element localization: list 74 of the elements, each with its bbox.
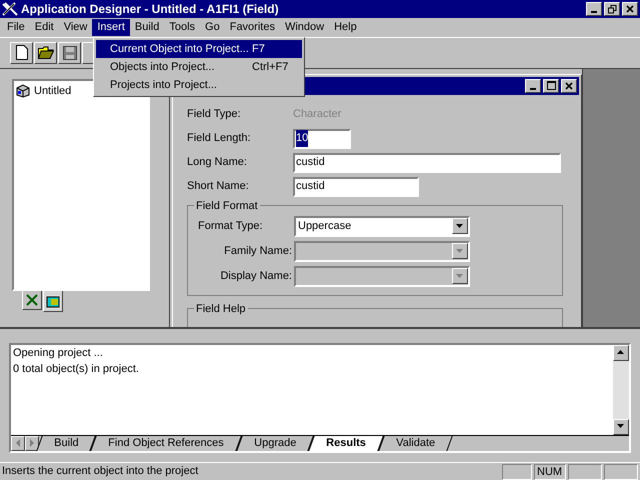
minimize-button[interactable] xyxy=(586,2,602,16)
menu-item[interactable]: Edit xyxy=(30,18,59,36)
menu-item[interactable]: Favorites xyxy=(224,18,280,36)
input-field[interactable]: 10 xyxy=(293,128,351,149)
output-line: Opening project ... xyxy=(13,346,104,361)
dropdown-button[interactable] xyxy=(452,218,468,234)
app-icon xyxy=(2,2,18,16)
field-label: Field Type: xyxy=(187,107,242,122)
tab-scroll-left-button[interactable] xyxy=(11,436,25,451)
menu-item[interactable]: Build xyxy=(130,18,164,36)
caret-icon xyxy=(456,248,464,254)
toolbar-button[interactable] xyxy=(10,42,33,64)
input-field[interactable]: custid xyxy=(293,176,419,197)
scroll-up-button[interactable] xyxy=(613,344,629,361)
field-label: Display Name: xyxy=(219,268,293,284)
menu-option[interactable]: Current Object into Project... F7 xyxy=(96,40,302,58)
restore-button[interactable] xyxy=(604,2,620,16)
field-type-value: Character xyxy=(293,107,342,122)
input-field[interactable]: custid xyxy=(293,152,561,173)
menu-item[interactable]: Tools xyxy=(164,18,200,36)
caret-icon xyxy=(456,224,464,229)
menu-item[interactable]: Help xyxy=(329,18,362,36)
output-tab[interactable]: Results xyxy=(308,436,384,451)
window-title: Application Designer - Untitled - A1FI1 (Field) xyxy=(21,1,280,18)
menu-item[interactable]: View xyxy=(58,18,92,36)
field-label: Field Length: xyxy=(187,131,252,146)
view-tab[interactable] xyxy=(43,290,63,312)
close-icon xyxy=(626,5,634,13)
maximize-button[interactable] xyxy=(543,78,559,93)
field-label: Family Name: xyxy=(223,244,293,259)
page-icon xyxy=(16,45,28,60)
menu-item[interactable]: Insert xyxy=(92,18,130,36)
tree-item[interactable]: Untitled xyxy=(34,82,72,100)
caret-icon xyxy=(456,274,464,279)
tools-icon xyxy=(25,292,39,307)
minimize-icon xyxy=(591,11,597,13)
status-pane: NUM xyxy=(534,464,566,480)
output-tab[interactable]: Validate xyxy=(378,436,453,451)
menu-item[interactable]: Go xyxy=(200,18,225,36)
minimize-button[interactable] xyxy=(525,78,541,93)
minimize-icon xyxy=(530,88,536,90)
output-tab[interactable]: Build xyxy=(36,436,96,451)
output-tab[interactable]: Find Object References xyxy=(90,436,242,451)
menu-option[interactable]: Objects into Project... Ctrl+F7 xyxy=(96,58,302,76)
close-button[interactable] xyxy=(622,2,638,16)
maximize-icon xyxy=(546,81,556,90)
status-pane xyxy=(568,464,602,480)
close-icon xyxy=(565,82,573,90)
toolbar-button[interactable] xyxy=(34,42,57,64)
output-tab[interactable]: Upgrade xyxy=(236,436,314,451)
status-pane xyxy=(502,464,532,480)
restore-icon xyxy=(608,4,616,14)
left-arrow-icon xyxy=(16,439,20,448)
toolbar-button[interactable] xyxy=(58,42,81,64)
menu-option[interactable]: Projects into Project... xyxy=(96,76,302,94)
combo-box[interactable]: Uppercase xyxy=(294,216,470,237)
view-tab[interactable] xyxy=(22,290,42,310)
up-arrow-icon xyxy=(617,350,625,356)
output-line: 0 total object(s) in project. xyxy=(13,362,140,377)
menu-item[interactable]: File xyxy=(2,18,30,36)
status-pane xyxy=(604,464,638,480)
right-arrow-icon xyxy=(30,439,34,448)
close-button[interactable] xyxy=(561,78,577,93)
scroll-down-button[interactable] xyxy=(613,418,629,435)
cube-stack-icon xyxy=(46,294,60,308)
field-label: Short Name: xyxy=(187,179,250,194)
folder-icon xyxy=(38,46,54,60)
cube-icon xyxy=(16,84,30,98)
menu-item[interactable]: Window xyxy=(280,18,330,36)
down-arrow-icon xyxy=(617,424,625,430)
scrollbar[interactable] xyxy=(613,344,629,435)
field-label: Long Name: xyxy=(187,155,248,170)
status-message: Inserts the current object into the project xyxy=(2,464,200,480)
field-label: Format Type: xyxy=(198,218,264,234)
